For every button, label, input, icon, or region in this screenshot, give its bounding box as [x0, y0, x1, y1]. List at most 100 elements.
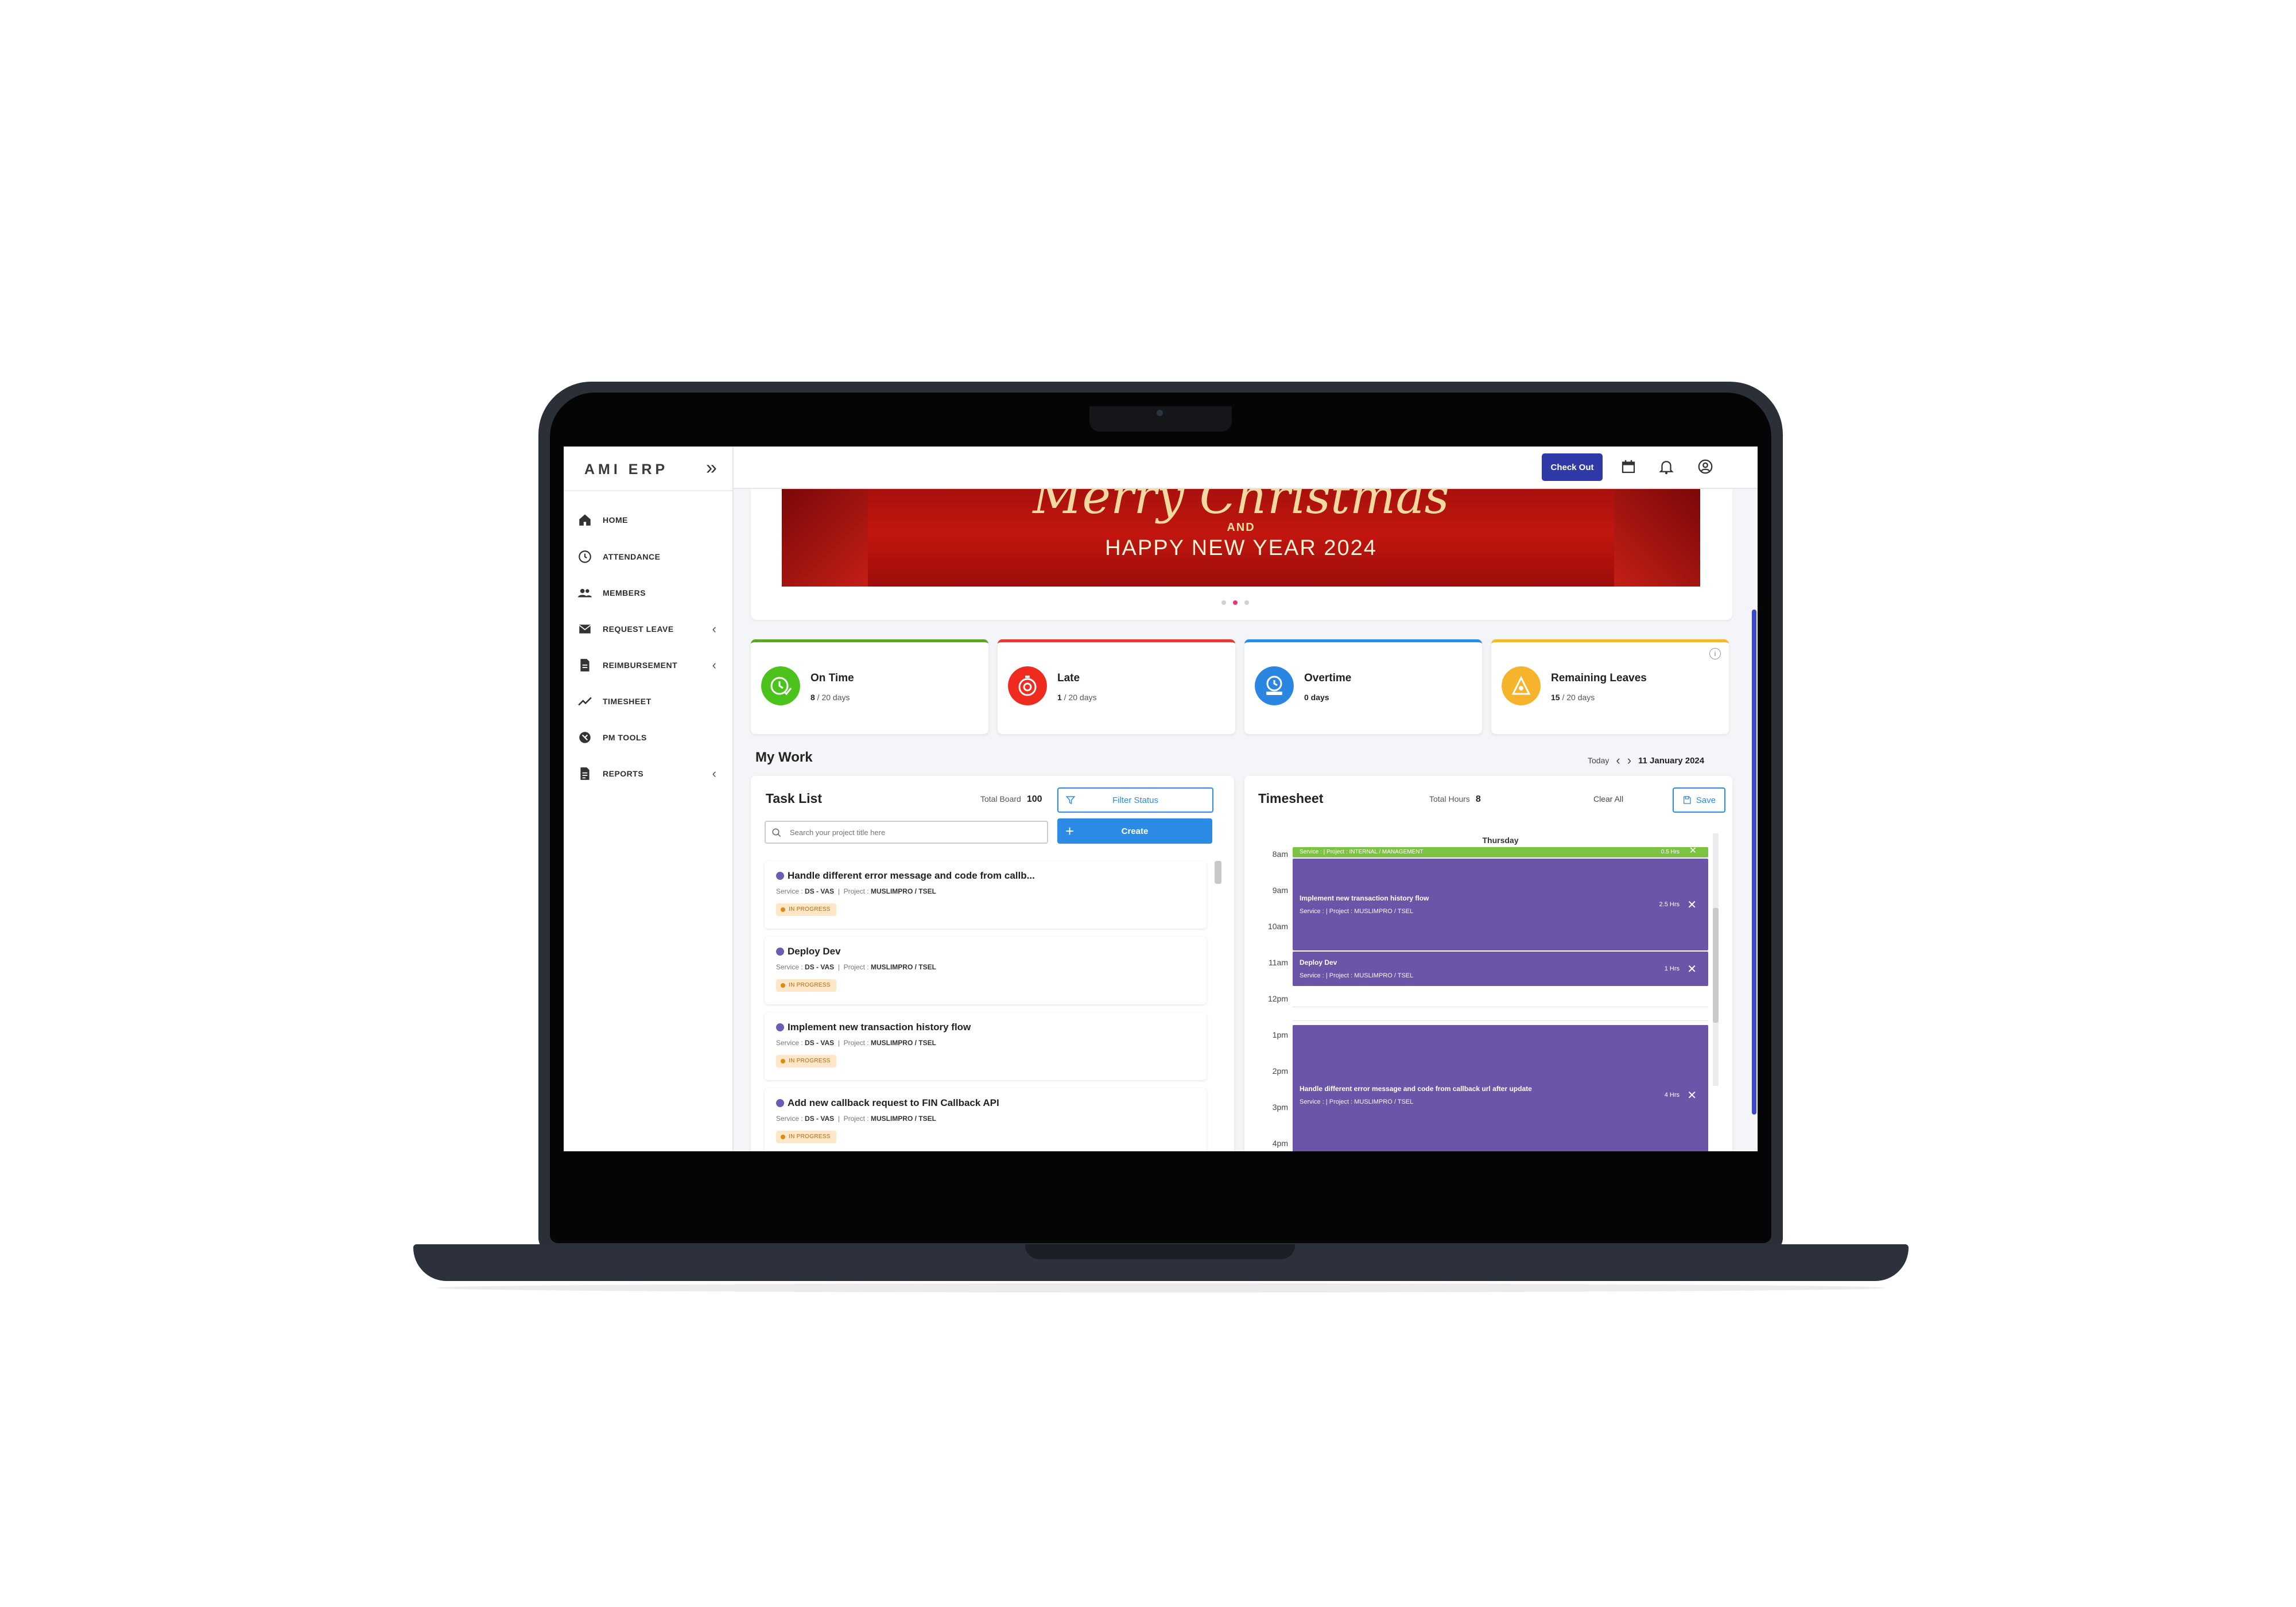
bell-icon[interactable]: [1658, 458, 1675, 475]
timesheet-event[interactable]: Handle different error message and code …: [1293, 1025, 1708, 1151]
timesheet-scroll-thumb[interactable]: [1713, 908, 1719, 1023]
banner-script-text: Merry Christmas: [1033, 489, 1449, 525]
status-dot: [776, 1023, 784, 1031]
stat-value: 15 / 20 days: [1551, 693, 1595, 702]
stat-card-on-time: On Time 8 / 20 days: [751, 639, 988, 734]
event-title: Implement new transaction history flow: [1300, 894, 1429, 902]
carousel-dot[interactable]: [1244, 600, 1249, 605]
info-icon[interactable]: i: [1709, 648, 1721, 659]
sidebar-item-label: TIMESHEET: [603, 697, 651, 706]
close-icon[interactable]: ✕: [1689, 845, 1697, 856]
event-title: Handle different error message and code …: [1300, 1085, 1532, 1093]
filter-icon: [1065, 796, 1076, 805]
status-badge: IN PROGRESS: [776, 979, 836, 992]
sidebar: AMI ERP » HOME ATTENDANCE MEMBERS REQUES…: [564, 447, 734, 1151]
document-icon: [580, 767, 589, 780]
divider: [564, 490, 732, 491]
stat-title: On Time: [810, 672, 854, 684]
status-dot: [776, 872, 784, 880]
timesheet-title: Timesheet: [1258, 791, 1324, 806]
sidebar-item-reimbursement[interactable]: REIMBURSEMENT ‹: [577, 654, 728, 677]
calendar-icon[interactable]: [1620, 458, 1637, 475]
status-badge: IN PROGRESS: [776, 903, 836, 916]
stat-title: Late: [1057, 672, 1080, 684]
hour-label: 4pm: [1272, 1139, 1288, 1148]
carousel-dot-active[interactable]: [1233, 600, 1238, 605]
event-subtitle: Service : | Project : MUSLIMPRO / TSEL: [1300, 972, 1414, 979]
receipt-icon: [580, 659, 589, 671]
list-item[interactable]: Add new callback request to FIN Callback…: [765, 1088, 1207, 1151]
banner-carousel: Merry Christmas AND HAPPY NEW YEAR 2024: [751, 489, 1732, 620]
total-hours: Total Hours 8: [1429, 794, 1481, 804]
late-icon: [1008, 666, 1047, 705]
today-button[interactable]: Today: [1588, 756, 1609, 765]
timesheet-event[interactable]: Service : | Project : INTERNAL / MANAGEM…: [1293, 845, 1708, 857]
current-date: 11 January 2024: [1638, 755, 1705, 766]
screen: AMI ERP » HOME ATTENDANCE MEMBERS REQUES…: [564, 447, 1758, 1151]
close-icon[interactable]: ✕: [1687, 1088, 1697, 1103]
camera-icon: [1157, 410, 1163, 416]
sidebar-item-home[interactable]: HOME: [577, 509, 728, 531]
laptop-shadow: [436, 1283, 1886, 1292]
list-item[interactable]: Handle different error message and code …: [765, 861, 1207, 929]
clear-all-button[interactable]: Clear All: [1593, 794, 1623, 804]
status-badge: IN PROGRESS: [776, 1131, 836, 1143]
sidebar-item-attendance[interactable]: ATTENDANCE: [577, 545, 728, 568]
timesheet-panel: Timesheet Total Hours 8 Clear All Save Th…: [1244, 776, 1732, 1151]
task-meta: Service : DS - VAS | Project : MUSLIMPRO…: [776, 1039, 936, 1047]
hour-label: 1pm: [1272, 1030, 1288, 1039]
create-label: Create: [1121, 826, 1149, 836]
close-icon[interactable]: ✕: [1687, 898, 1697, 912]
event-title: Service : | Project : INTERNAL / MANAGEM…: [1300, 849, 1424, 855]
task-meta: Service : DS - VAS | Project : MUSLIMPRO…: [776, 887, 936, 895]
carousel-dot[interactable]: [1221, 600, 1226, 605]
chevron-right-icon[interactable]: ›: [1627, 753, 1631, 768]
overtime-icon: [1255, 666, 1294, 705]
list-item[interactable]: Deploy Dev Service : DS - VAS | Project …: [765, 937, 1207, 1004]
event-hours: 0.5 Hrs: [1661, 849, 1680, 855]
sidebar-item-request-leave[interactable]: REQUEST LEAVE ‹: [577, 618, 728, 641]
carousel-dots[interactable]: [1221, 600, 1249, 605]
date-navigator: Today ‹ › 11 January 2024: [1588, 753, 1704, 768]
sidebar-item-reports[interactable]: REPORTS ‹: [577, 762, 728, 785]
hour-label: 12pm: [1267, 994, 1288, 1003]
hour-label: 2pm: [1272, 1066, 1288, 1076]
holiday-banner[interactable]: Merry Christmas AND HAPPY NEW YEAR 2024: [782, 489, 1700, 587]
search-icon: [772, 828, 781, 837]
task-list-scrollbar[interactable]: [1215, 861, 1221, 884]
sidebar-item-pm-tools[interactable]: PM TOOLS: [577, 726, 728, 749]
hour-label: 11am: [1269, 958, 1288, 967]
timesheet-event[interactable]: Implement new transaction history flow S…: [1293, 859, 1708, 950]
trend-icon: [578, 697, 592, 706]
clock-icon: [579, 550, 591, 563]
plus-icon: +: [1065, 822, 1075, 840]
chevron-left-icon[interactable]: ‹: [1616, 753, 1620, 768]
hour-label: 9am: [1272, 886, 1288, 895]
status-dot: [776, 948, 784, 956]
sidebar-item-members[interactable]: MEMBERS: [577, 581, 728, 604]
check-out-button[interactable]: Check Out: [1542, 453, 1603, 481]
sidebar-item-timesheet[interactable]: TIMESHEET: [577, 690, 728, 713]
event-subtitle: Service : | Project : MUSLIMPRO / TSEL: [1300, 908, 1414, 915]
event-subtitle: Service : | Project : MUSLIMPRO / TSEL: [1300, 1098, 1414, 1105]
search-input[interactable]: [765, 821, 1048, 844]
stat-value: 0 days: [1304, 693, 1329, 702]
stat-value: 8 / 20 days: [810, 693, 850, 702]
filter-status-button[interactable]: Filter Status: [1057, 787, 1213, 813]
stat-title: Overtime: [1304, 672, 1352, 684]
app-brand: AMI ERP: [584, 461, 669, 478]
mail-icon: [579, 624, 591, 634]
sidebar-item-label: ATTENDANCE: [603, 552, 661, 561]
list-item[interactable]: Implement new transaction history flow S…: [765, 1012, 1207, 1080]
sidebar-item-label: MEMBERS: [603, 588, 646, 597]
status-badge: IN PROGRESS: [776, 1055, 836, 1068]
create-button[interactable]: + Create: [1057, 818, 1212, 844]
collapse-sidebar-icon[interactable]: »: [706, 457, 717, 479]
page-scrollbar[interactable]: [1752, 610, 1756, 1115]
save-button[interactable]: Save: [1673, 787, 1725, 813]
sidebar-item-label: REIMBURSEMENT: [603, 661, 678, 670]
banner-headline: HAPPY NEW YEAR 2024: [1105, 536, 1377, 560]
close-icon[interactable]: ✕: [1687, 962, 1697, 976]
user-profile-icon[interactable]: [1697, 458, 1714, 475]
timesheet-event[interactable]: Deploy Dev Service : | Project : MUSLIMP…: [1293, 952, 1708, 986]
